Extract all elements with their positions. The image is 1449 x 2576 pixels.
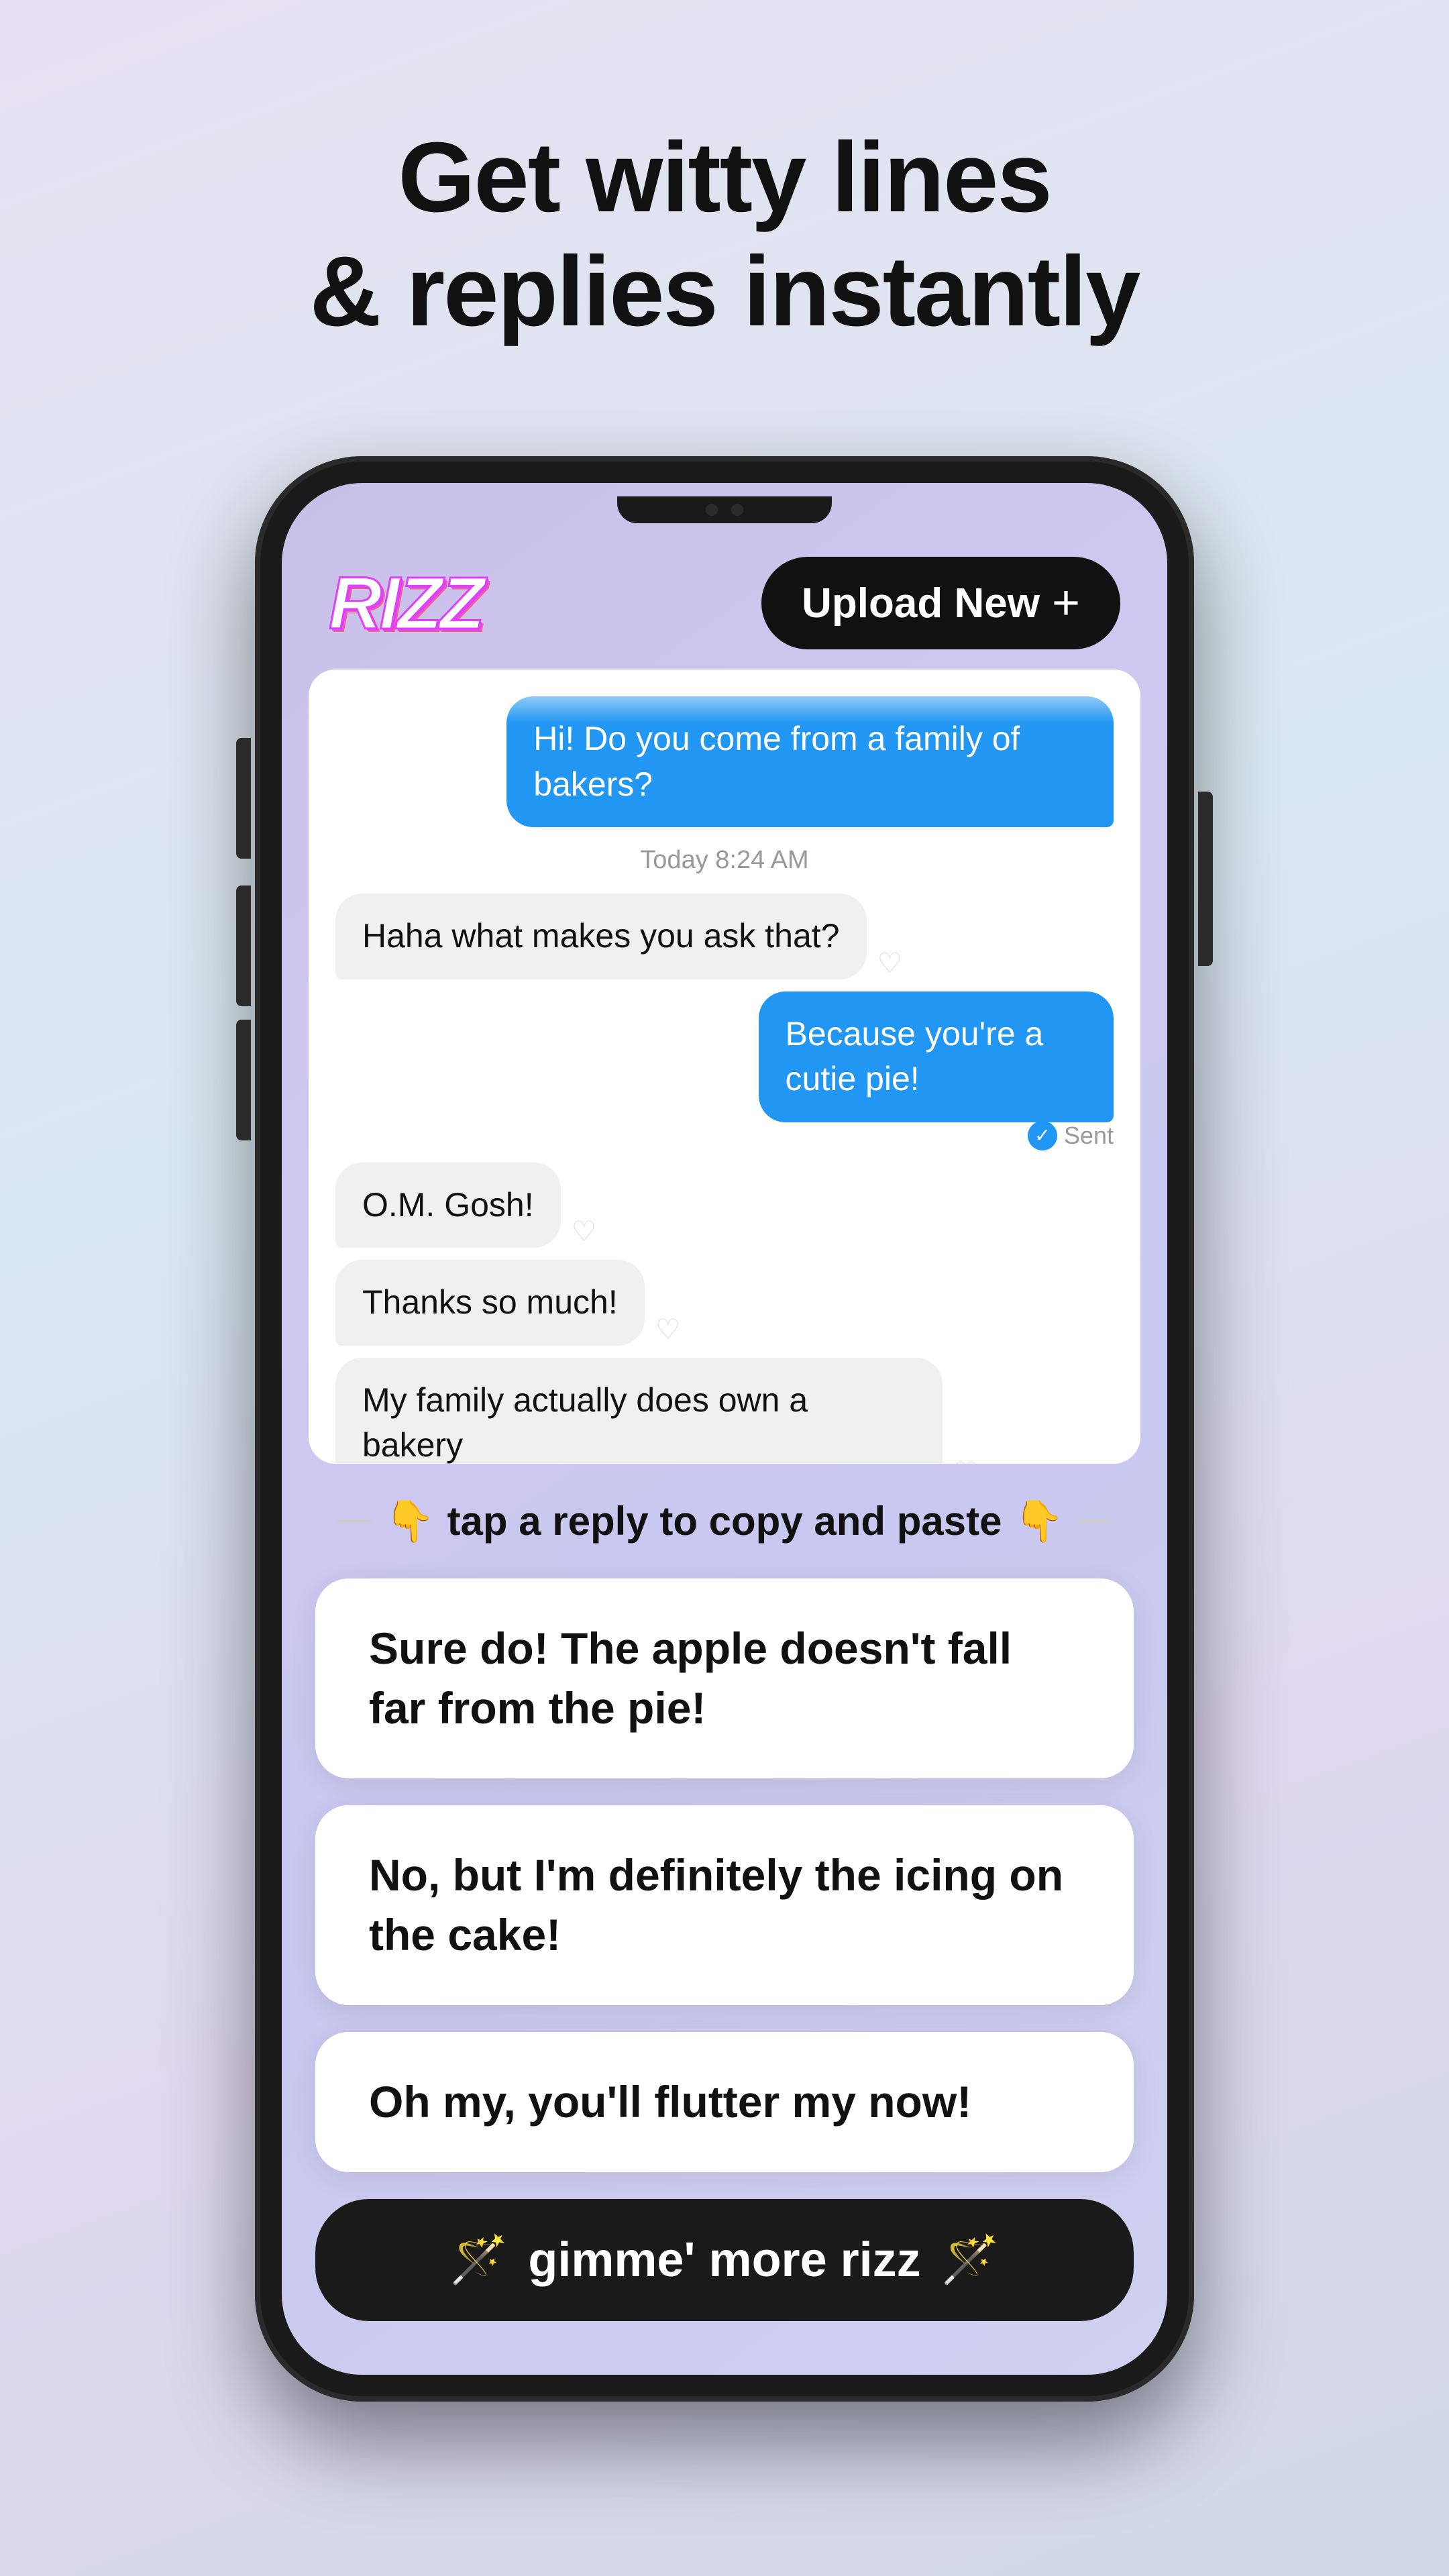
message-row-3: Because you're a cutie pie! xyxy=(658,991,1114,1122)
notch-bar xyxy=(282,483,1167,537)
upload-new-label: Upload New xyxy=(802,580,1040,627)
heart-icon-0[interactable]: ♡ xyxy=(877,947,903,979)
received-bubble-0: Haha what makes you ask that? xyxy=(335,894,867,979)
reply-text-0: Sure do! The apple doesn't fall far from… xyxy=(369,1619,1080,1738)
sent-checkmark-icon: ✓ xyxy=(1028,1121,1057,1150)
tap-line-left xyxy=(335,1519,373,1522)
tap-line-right xyxy=(1076,1519,1114,1522)
gimme-more-rizz-button[interactable]: 🪄 gimme' more rizz 🪄 xyxy=(315,2199,1134,2321)
sent-bubble-1: Because you're a cutie pie! xyxy=(759,991,1114,1122)
phone-mockup: RIZZ Upload New + Hi! Do you come from a… xyxy=(255,456,1194,2402)
received-bubble-2: Thanks so much! xyxy=(335,1260,645,1346)
notch-dot-1 xyxy=(706,504,718,516)
reply-cards: Sure do! The apple doesn't fall far from… xyxy=(282,1578,1167,2172)
sent-group-1: Because you're a cutie pie! ✓ Sent xyxy=(335,991,1114,1150)
received-bubble-1: O.M. Gosh! xyxy=(335,1163,561,1248)
tap-emoji-left: 👇 xyxy=(385,1497,435,1545)
notch xyxy=(617,496,832,523)
sent-label: Sent xyxy=(1064,1122,1114,1150)
message-row-6: My family actually does own a bakery ♡ xyxy=(335,1358,1114,1464)
rizz-logo: RIZZ xyxy=(329,561,482,646)
wand-icon-left: 🪄 xyxy=(449,2233,508,2288)
wand-icon-right: 🪄 xyxy=(941,2233,1000,2288)
reply-card-2[interactable]: Oh my, you'll flutter my now! xyxy=(315,2032,1134,2172)
reply-card-1[interactable]: No, but I'm definitely the icing on the … xyxy=(315,1805,1134,2005)
phone-shell: RIZZ Upload New + Hi! Do you come from a… xyxy=(255,456,1194,2402)
chat-area: Hi! Do you come from a family of bakers?… xyxy=(309,669,1140,1464)
heart-icon-1[interactable]: ♡ xyxy=(572,1215,597,1248)
reply-text-2: Oh my, you'll flutter my now! xyxy=(369,2072,1080,2132)
gimme-label: gimme' more rizz xyxy=(528,2233,920,2288)
headline: Get witty lines & replies instantly xyxy=(310,0,1140,349)
message-row-4: O.M. Gosh! ♡ xyxy=(335,1163,1114,1248)
bottom-bar: 🪄 gimme' more rizz 🪄 xyxy=(282,2172,1167,2375)
reply-card-0[interactable]: Sure do! The apple doesn't fall far from… xyxy=(315,1578,1134,1778)
message-row-5: Thanks so much! ♡ xyxy=(335,1260,1114,1346)
upload-plus-icon: + xyxy=(1052,576,1080,631)
notch-dot-2 xyxy=(731,504,743,516)
phone-screen: RIZZ Upload New + Hi! Do you come from a… xyxy=(282,483,1167,2375)
chat-timestamp: Today 8:24 AM xyxy=(335,846,1114,875)
app-header: RIZZ Upload New + xyxy=(282,537,1167,669)
sent-status: ✓ Sent xyxy=(1028,1121,1114,1150)
reply-text-1: No, but I'm definitely the icing on the … xyxy=(369,1845,1080,1965)
headline-line2: & replies instantly xyxy=(310,235,1140,349)
upload-new-button[interactable]: Upload New + xyxy=(761,557,1120,649)
headline-line1: Get witty lines xyxy=(310,121,1140,235)
tap-emoji-right: 👇 xyxy=(1014,1497,1064,1545)
received-bubble-3: My family actually does own a bakery xyxy=(335,1358,943,1464)
tap-instruction: 👇 tap a reply to copy and paste 👇 xyxy=(282,1464,1167,1578)
heart-icon-3[interactable]: ♡ xyxy=(953,1456,979,1464)
tap-instruction-text: tap a reply to copy and paste xyxy=(447,1498,1002,1544)
heart-icon-2[interactable]: ♡ xyxy=(655,1313,681,1346)
chat-fade xyxy=(309,669,1140,723)
message-row-2: Haha what makes you ask that? ♡ xyxy=(335,894,1114,979)
